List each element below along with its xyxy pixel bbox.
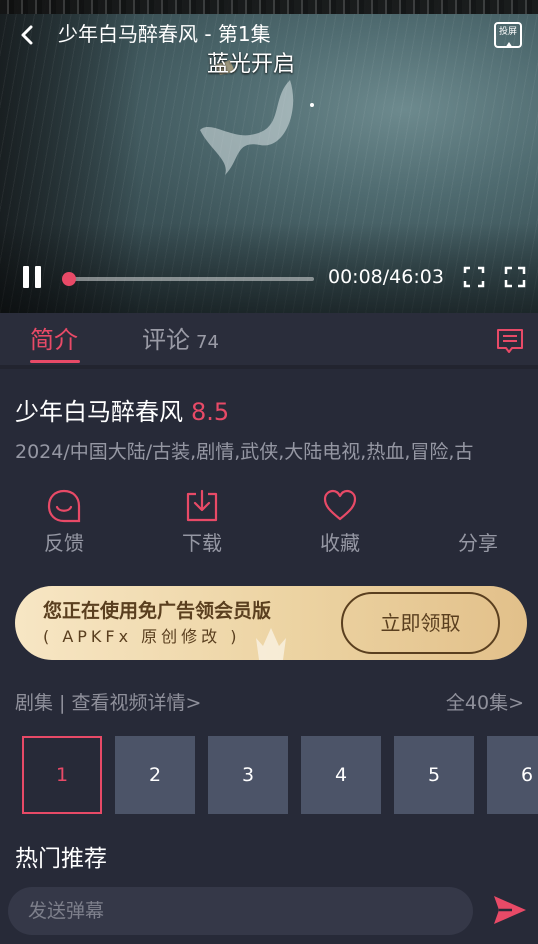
tab-comments[interactable]: 评论 74 bbox=[142, 325, 219, 358]
message-list-icon[interactable] bbox=[496, 327, 524, 355]
send-icon[interactable] bbox=[492, 894, 528, 926]
episode-tile[interactable]: 4 bbox=[301, 736, 381, 814]
chevron-left-icon bbox=[21, 25, 33, 45]
playback-time: 00:08/46:03 bbox=[328, 266, 444, 288]
pause-icon bbox=[23, 266, 29, 288]
share-label: 分享 bbox=[458, 531, 498, 555]
tab-intro[interactable]: 简介 bbox=[30, 325, 78, 355]
favorite-label: 收藏 bbox=[320, 531, 360, 555]
tab-active-indicator bbox=[30, 360, 80, 363]
banner-title: 您正在使用免广告领会员版 bbox=[43, 600, 272, 622]
bluray-notice: 蓝光开启 bbox=[207, 52, 296, 77]
favorite-button[interactable]: 收藏 bbox=[310, 488, 370, 556]
heart-icon bbox=[323, 489, 357, 521]
vip-banner[interactable]: 您正在使用免广告领会员版 ( APKFx 原创修改 ) 立即领取 bbox=[15, 586, 527, 660]
episode-tile[interactable]: 6 bbox=[487, 736, 538, 814]
download-icon bbox=[186, 489, 218, 522]
cast-icon bbox=[505, 42, 513, 48]
video-player[interactable]: 少年白马醉春风 - 第1集 投屏 蓝光开启 00:08/46:03 bbox=[0, 0, 538, 313]
pause-icon-bar bbox=[35, 266, 41, 288]
video-title: 少年白马醉春风 - 第1集 bbox=[58, 22, 271, 46]
claim-now-button[interactable]: 立即领取 bbox=[341, 592, 500, 654]
share-icon bbox=[460, 488, 496, 524]
hot-recommend-title: 热门推荐 bbox=[15, 846, 107, 872]
back-button[interactable] bbox=[14, 22, 40, 48]
danmaku-input[interactable] bbox=[8, 887, 473, 935]
download-label: 下载 bbox=[182, 531, 222, 555]
progress-bar[interactable] bbox=[61, 272, 314, 286]
controls-shade bbox=[0, 223, 538, 313]
tab-comments-label: 评论 bbox=[142, 326, 190, 354]
top-strip bbox=[0, 0, 538, 14]
crown-icon bbox=[256, 628, 286, 660]
feedback-label: 反馈 bbox=[44, 531, 84, 555]
picture-in-picture-icon[interactable] bbox=[463, 266, 485, 288]
tab-bar: 简介 评论 74 bbox=[0, 313, 538, 369]
smile-bubble-icon bbox=[47, 489, 81, 523]
all-episodes-link[interactable]: 全40集> bbox=[446, 690, 524, 716]
comments-count: 74 bbox=[196, 332, 219, 353]
episode-tile[interactable]: 5 bbox=[394, 736, 474, 814]
episode-tile[interactable]: 3 bbox=[208, 736, 288, 814]
show-rating: 8.5 bbox=[191, 398, 230, 426]
cast-label: 投屏 bbox=[498, 27, 517, 37]
banner-subtitle: ( APKFx 原创修改 ) bbox=[43, 627, 241, 646]
download-button[interactable]: 下载 bbox=[172, 488, 232, 556]
show-meta: 2024/中国大陆/古装,剧情,武侠,大陆电视,热血,冒险,古 bbox=[15, 441, 474, 463]
episode-tile[interactable]: 2 bbox=[115, 736, 195, 814]
fullscreen-icon[interactable] bbox=[504, 266, 526, 288]
share-button[interactable]: 分享 bbox=[448, 488, 508, 556]
cast-button[interactable]: 投屏 bbox=[494, 22, 522, 48]
show-title-line: 少年白马醉春风 8.5 bbox=[15, 396, 229, 428]
episode-tile[interactable]: 1 bbox=[22, 736, 102, 814]
episodes-header[interactable]: 剧集 | 查看视频详情> bbox=[15, 690, 201, 716]
pause-button[interactable] bbox=[20, 264, 44, 290]
feedback-button[interactable]: 反馈 bbox=[34, 488, 94, 556]
progress-knob[interactable] bbox=[61, 272, 76, 286]
show-title: 少年白马醉春风 bbox=[15, 398, 183, 426]
episode-list: 1 2 3 4 5 6 bbox=[0, 736, 538, 816]
